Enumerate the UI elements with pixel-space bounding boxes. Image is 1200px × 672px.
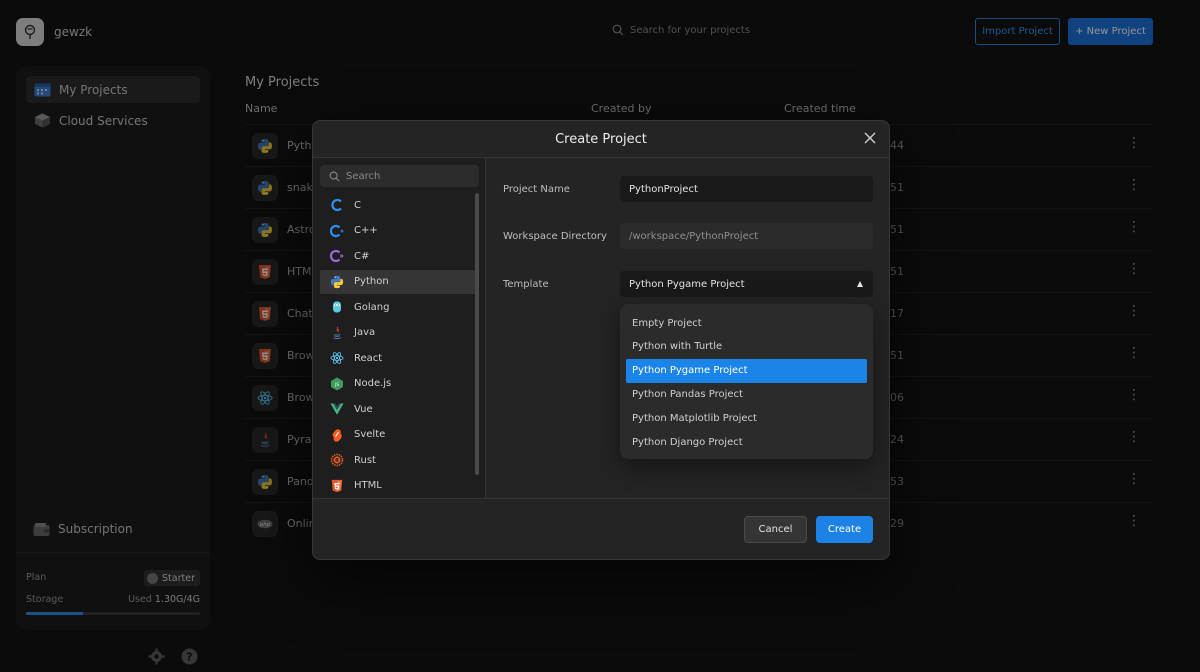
language-label: Vue — [354, 403, 373, 415]
project-name-label: Project Name — [503, 184, 570, 195]
search-placeholder: Search — [346, 170, 381, 182]
create-project-dialog: Create Project Search C C++ C# Python Golang… — [312, 120, 890, 560]
html-icon — [331, 479, 343, 492]
template-option[interactable]: Python with Turtle — [626, 335, 867, 359]
dialog-title: Create Project — [555, 132, 647, 147]
search-icon — [329, 171, 340, 181]
language-list-pane: Search C C++ C# Python Golang Java React JS Node… — [313, 158, 486, 498]
template-label: Template — [503, 279, 549, 290]
vue-icon — [330, 403, 344, 415]
template-option[interactable]: Python Django Project — [626, 430, 867, 454]
language-list-scrollbar[interactable] — [475, 193, 479, 475]
react-icon — [330, 352, 344, 364]
template-dropdown: Empty Project Python with Turtle Python Py… — [620, 304, 873, 459]
caret-up-icon — [857, 281, 863, 287]
language-item-vue[interactable]: Vue — [320, 397, 475, 421]
svg-text:JS: JS — [334, 382, 339, 388]
language-label: HTML — [354, 480, 382, 491]
project-name-input[interactable]: PythonProject — [620, 176, 873, 202]
python-icon — [330, 275, 344, 288]
language-item-node-js[interactable]: JS Node.js — [320, 372, 475, 396]
language-item-c[interactable]: C# — [320, 244, 475, 268]
workspace-directory-label: Workspace Directory — [503, 231, 607, 242]
language-item-c[interactable]: C++ — [320, 219, 475, 243]
template-option[interactable]: Python Matplotlib Project — [626, 406, 867, 430]
language-item-python[interactable]: Python — [320, 269, 475, 294]
java-icon — [333, 326, 342, 339]
create-button[interactable]: Create — [816, 516, 873, 543]
language-label: Rust — [354, 454, 376, 466]
template-option[interactable]: Empty Project — [626, 311, 867, 335]
language-label: Golang — [354, 301, 390, 313]
language-item-golang[interactable]: Golang — [320, 295, 475, 319]
workspace-directory-input: /workspace/PythonProject — [620, 223, 873, 249]
language-item-java[interactable]: Java — [320, 321, 475, 345]
rust-icon: R — [330, 453, 344, 467]
language-item-rust[interactable]: R Rust — [320, 448, 475, 472]
language-item-react[interactable]: React — [320, 346, 475, 370]
language-label: C++ — [354, 225, 378, 236]
template-option[interactable]: Python Pygame Project — [626, 358, 867, 383]
template-select-value: Python Pygame Project — [629, 278, 745, 290]
nodejs-icon: JS — [331, 377, 343, 390]
dialog-footer-divider — [313, 498, 889, 499]
language-label: C — [354, 199, 361, 211]
csharp-icon — [330, 249, 344, 263]
language-label: C# — [354, 250, 370, 262]
c-icon — [331, 198, 342, 212]
language-label: Python — [354, 276, 389, 287]
language-item-html[interactable]: HTML — [320, 474, 475, 498]
svg-text:R: R — [335, 458, 339, 464]
language-label: Java — [354, 327, 376, 338]
language-item-c[interactable]: C — [320, 193, 475, 217]
language-search-input[interactable]: Search — [320, 165, 479, 187]
cpp-icon — [330, 224, 344, 237]
cancel-button[interactable]: Cancel — [744, 516, 807, 543]
template-select[interactable]: Python Pygame Project — [620, 271, 873, 297]
language-label: Node.js — [354, 378, 392, 389]
close-icon[interactable] — [863, 131, 877, 145]
language-label: Svelte — [354, 429, 386, 440]
language-label: React — [354, 352, 383, 364]
template-option[interactable]: Python Pandas Project — [626, 382, 867, 406]
svelte-icon — [332, 428, 342, 442]
golang-icon — [333, 301, 341, 313]
language-item-svelte[interactable]: Svelte — [320, 423, 475, 447]
